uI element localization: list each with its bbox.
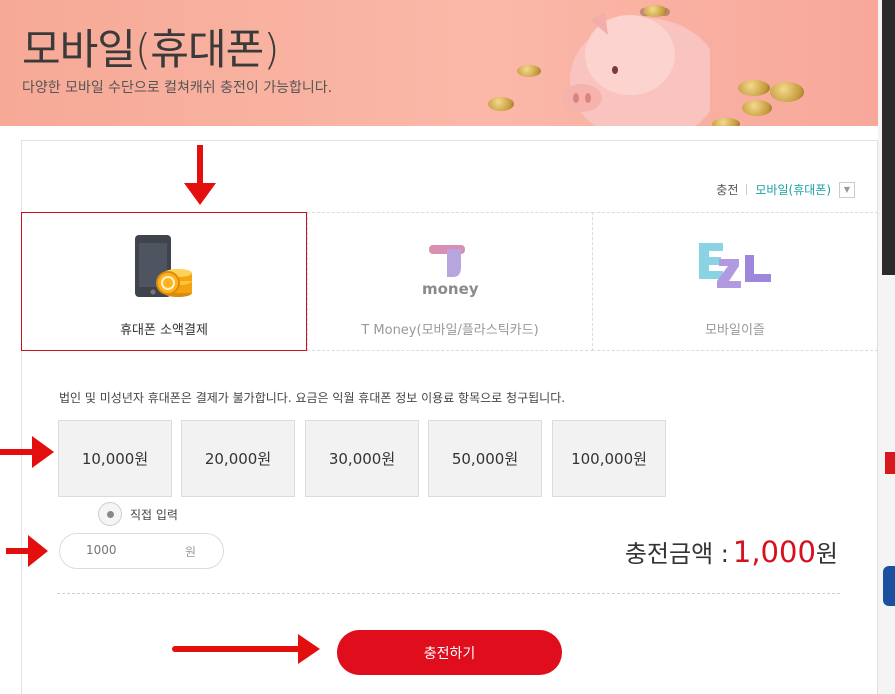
amount-button-10000[interactable]: 10,000원 <box>58 420 172 497</box>
breadcrumb: 충전 모바일(휴대폰) ▼ <box>716 181 855 198</box>
charge-total-unit: 원 <box>815 540 838 568</box>
charge-submit-button[interactable]: 충전하기 <box>337 630 562 675</box>
coin-icon <box>517 65 541 77</box>
coin-icon <box>770 82 804 102</box>
breadcrumb-current[interactable]: 모바일(휴대폰) <box>755 181 831 198</box>
method-tab-tmoney[interactable]: money T Money(모바일/플라스틱카드) <box>307 212 593 351</box>
method-tab-label: 모바일이즐 <box>705 323 765 338</box>
coin-icon <box>488 97 514 111</box>
direct-amount-field[interactable]: 원 <box>59 533 224 569</box>
chevron-down-icon[interactable]: ▼ <box>839 181 855 198</box>
tmoney-logo: money <box>422 245 479 298</box>
amount-button-30000[interactable]: 30,000원 <box>305 420 419 497</box>
coin-icon <box>712 118 740 126</box>
annotation-arrow-right-icon <box>172 634 320 664</box>
breadcrumb-separator <box>746 184 748 195</box>
annotation-arrow-right-icon <box>6 535 48 567</box>
side-badge-red <box>885 452 895 474</box>
page-banner: 모바일(휴대폰) 다양한 모바일 수단으로 컬쳐캐쉬 충전이 가능합니다. <box>0 0 878 126</box>
payment-method-tabs: 휴대폰 소액결제 money T Money(모바일/플라스틱카드) 모바일이즐 <box>21 212 878 351</box>
method-tab-ezl[interactable]: 모바일이즐 <box>592 212 878 351</box>
amount-button-20000[interactable]: 20,000원 <box>181 420 295 497</box>
coin-icon <box>643 5 667 17</box>
breadcrumb-parent[interactable]: 충전 <box>716 181 738 198</box>
side-panel-edge <box>882 0 895 275</box>
section-divider <box>57 593 840 594</box>
method-tab-phone[interactable]: 휴대폰 소액결제 <box>21 212 307 351</box>
direct-input-option[interactable]: 직접 입력 <box>98 502 178 526</box>
page-subtitle: 다양한 모바일 수단으로 컬쳐캐쉬 충전이 가능합니다. <box>22 80 333 96</box>
ezl-logo <box>699 243 771 288</box>
charge-total-label: 충전금액 : <box>624 540 729 568</box>
direct-amount-unit: 원 <box>185 545 197 559</box>
charge-total: 충전금액 : 1,000 원 <box>625 534 838 569</box>
method-tab-label: T Money(모바일/플라스틱카드) <box>361 323 539 338</box>
direct-input-radio[interactable] <box>98 502 122 526</box>
annotation-arrow-down-icon <box>184 145 216 205</box>
amount-button-50000[interactable]: 50,000원 <box>428 420 542 497</box>
direct-amount-input[interactable] <box>86 543 176 557</box>
coin-icon <box>742 100 772 116</box>
direct-input-label: 직접 입력 <box>130 507 178 522</box>
tmoney-logo-text: money <box>422 280 479 298</box>
side-badge-blue <box>883 566 895 606</box>
coin-icon <box>738 80 770 96</box>
piggy-bank-icon <box>562 8 710 126</box>
phone-coins-icon <box>135 235 192 297</box>
page-title: 모바일(휴대폰) <box>22 25 280 74</box>
method-tab-label: 휴대폰 소액결제 <box>120 323 208 338</box>
annotation-arrow-right-icon <box>0 436 54 468</box>
payment-notice: 법인 및 미성년자 휴대폰은 결제가 불가합니다. 요금은 익월 휴대폰 정보 … <box>59 391 566 405</box>
charge-total-value: 1,000 <box>732 535 816 569</box>
amount-button-100000[interactable]: 100,000원 <box>552 420 666 497</box>
